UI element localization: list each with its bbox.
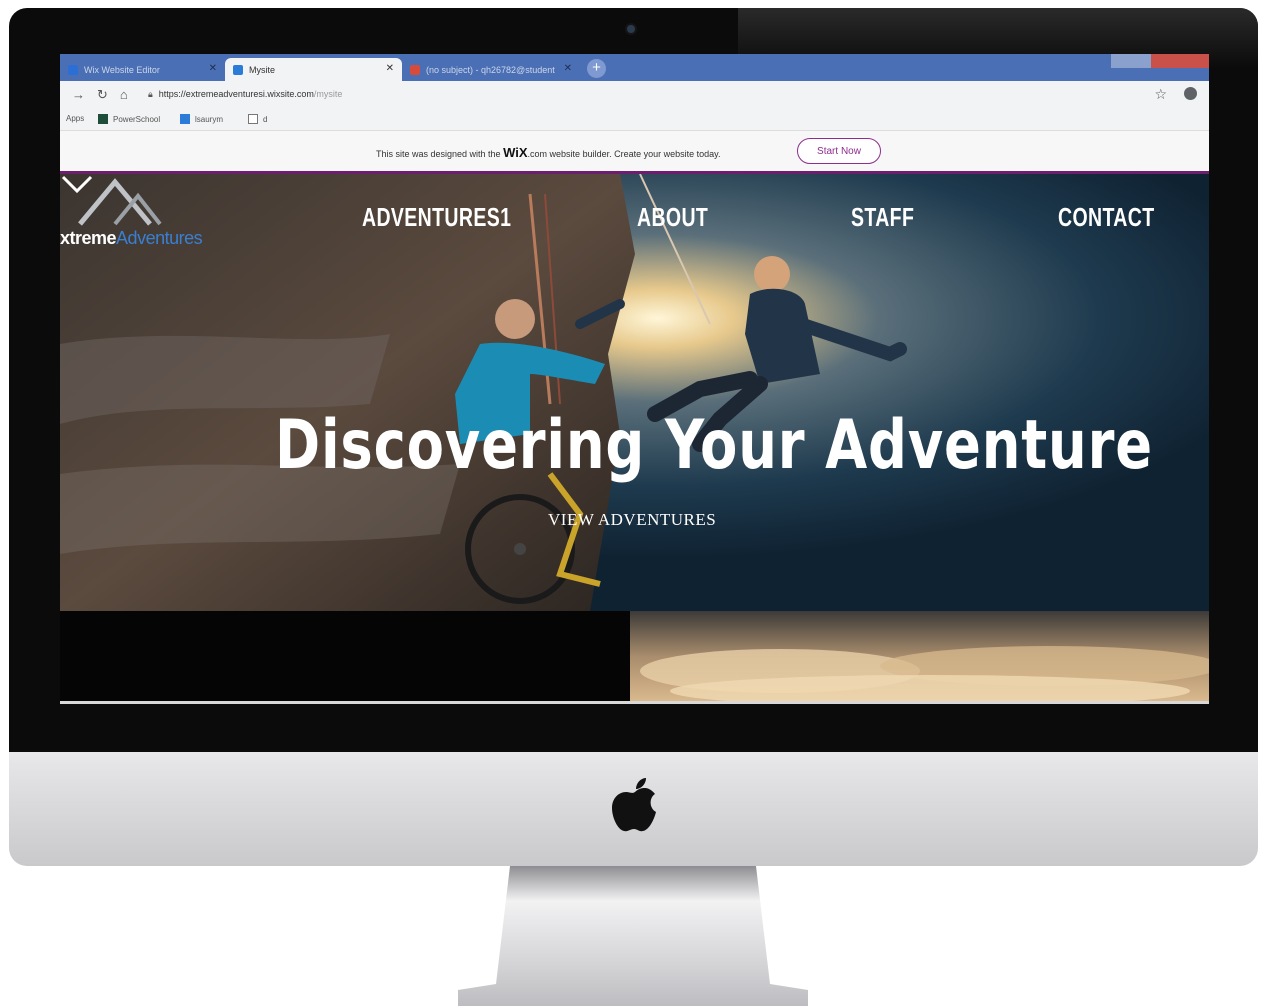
page-icon [248, 114, 258, 124]
monitor-stand [458, 866, 808, 1006]
logo-text-main: xtreme [60, 228, 117, 248]
bookmark-d[interactable]: d [248, 114, 267, 124]
hero-section: xtremeAdventures ADVENTURES1 ABOUT STAFF… [60, 174, 1209, 611]
hero-image [60, 174, 1209, 611]
tab-title: (no subject) - qh26782@student [426, 64, 555, 75]
tab-title: Wix Website Editor [84, 64, 160, 75]
reload-icon[interactable]: ↻ [97, 87, 120, 102]
bookmark-label: lsaurym [195, 114, 224, 124]
profile-icon[interactable] [1184, 87, 1197, 100]
bookmark-apps[interactable]: Apps [66, 114, 84, 123]
bookmark-label: PowerSchool [113, 114, 161, 124]
tab-bar: Wix Website Editor ✕ Mysite ✕ (no subjec… [60, 54, 1209, 81]
start-now-button[interactable]: Start Now [797, 138, 881, 164]
close-icon[interactable]: ✕ [209, 63, 217, 74]
new-tab-button[interactable]: + [587, 59, 606, 78]
address-bar: →↻⌂ 🔒︎ https://extremeadventuresi.wixsite… [60, 81, 1209, 108]
minimize-button[interactable] [1111, 54, 1151, 68]
bookmark-lsaurym[interactable]: lsaurym [180, 114, 223, 124]
tab-title: Mysite [249, 64, 276, 75]
tab-wix-editor[interactable]: Wix Website Editor ✕ [60, 58, 225, 81]
camera-icon [627, 25, 635, 33]
home-icon[interactable]: ⌂ [120, 87, 140, 102]
nav-contact[interactable]: CONTACT [1058, 202, 1155, 233]
powerschool-icon [98, 114, 108, 124]
wix-icon [68, 64, 78, 75]
bookmark-label: d [263, 114, 268, 124]
logo-text-accent: Adventures [116, 228, 203, 248]
wix-favicon-icon [233, 64, 243, 75]
tab-mysite[interactable]: Mysite ✕ [225, 58, 402, 81]
wix-banner-text: This site was designed with the WiX.com … [376, 145, 720, 160]
apple-logo-icon [612, 778, 656, 832]
close-icon[interactable]: ✕ [564, 63, 572, 74]
section-cloud-image [630, 611, 1209, 701]
chevron-down-icon[interactable] [60, 174, 94, 196]
hero-headline: Discovering Your Adventure [275, 406, 1153, 485]
site-logo[interactable]: xtremeAdventures [60, 228, 203, 249]
tab-gmail[interactable]: (no subject) - qh26782@student ✕ [402, 58, 580, 81]
nav-about[interactable]: ABOUT [637, 202, 708, 233]
bookmark-powerschool[interactable]: PowerSchool [98, 114, 160, 124]
browser-window: Wix Website Editor ✕ Mysite ✕ (no subjec… [60, 54, 1209, 704]
bookmark-label: Apps [66, 114, 85, 123]
window-controls[interactable] [1111, 54, 1209, 68]
bookmarks-bar: Apps PowerSchool lsaurym d [60, 108, 1209, 131]
screen-divider [60, 701, 1209, 704]
view-adventures-link[interactable]: VIEW ADVENTURES [548, 510, 716, 530]
url-path: /mysite [313, 89, 343, 99]
nav-buttons: →↻⌂ [72, 87, 140, 103]
lock-icon: 🔒︎ [148, 89, 153, 99]
url-field[interactable]: 🔒︎ https://extremeadventuresi.wixsite.com… [148, 89, 342, 100]
gmail-icon [410, 64, 420, 75]
banner-text-after: .com website builder. Create your websit… [527, 149, 721, 159]
bookmark-star-icon[interactable]: ☆ [1154, 86, 1167, 103]
cloud-image [630, 611, 1209, 701]
forward-icon[interactable]: → [72, 87, 97, 102]
url-host: https://extremeadventuresi.wixsite.com [158, 89, 314, 99]
close-icon[interactable]: ✕ [386, 63, 394, 74]
banner-text-before: This site was designed with the [376, 149, 501, 159]
wix-banner: This site was designed with the WiX.com … [60, 131, 1209, 174]
section-dark-panel [60, 611, 630, 701]
wix-icon [180, 114, 190, 124]
wix-logo: WiX [503, 145, 528, 160]
nav-staff[interactable]: STAFF [851, 202, 914, 233]
nav-adventures[interactable]: ADVENTURES1 [362, 202, 511, 233]
